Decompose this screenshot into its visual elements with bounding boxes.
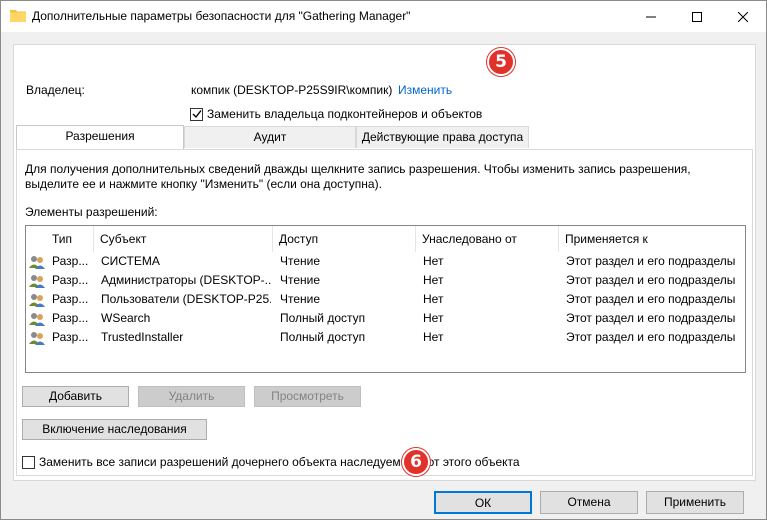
row-inherited: Нет [423, 254, 444, 268]
title-bar[interactable]: Дополнительные параметры безопасности дл… [1, 1, 766, 32]
column-header-applies[interactable]: Применяется к [559, 226, 745, 252]
table-row[interactable]: Разр... Пользователи (DESKTOP-P25... Чте… [26, 290, 745, 309]
column-header-access[interactable]: Доступ [273, 226, 416, 252]
users-icon [29, 256, 45, 269]
row-type: Разр... [52, 330, 89, 344]
users-icon [29, 313, 45, 326]
table-row[interactable]: Разр... СИСТЕМА Чтение Нет Этот раздел и… [26, 252, 745, 271]
row-access: Полный доступ [280, 330, 366, 344]
minimize-button[interactable] [628, 1, 674, 32]
row-access: Чтение [280, 254, 321, 268]
enable-inheritance-button[interactable]: Включение наследования [22, 419, 207, 440]
row-inherited: Нет [423, 311, 444, 325]
apply-button[interactable]: Применить [646, 491, 744, 514]
close-button[interactable] [720, 1, 766, 32]
security-dialog: Дополнительные параметры безопасности дл… [0, 0, 767, 520]
users-icon [29, 332, 45, 345]
folder-icon [10, 10, 26, 22]
table-row[interactable]: Разр... Администраторы (DESKTOP-... Чтен… [26, 271, 745, 290]
row-access: Чтение [280, 273, 321, 287]
table-row[interactable]: Разр... WSearch Полный доступ Нет Этот р… [26, 309, 745, 328]
column-header-subject[interactable]: Субъект [94, 226, 273, 252]
table-row[interactable]: Разр... TrustedInstaller Полный доступ Н… [26, 328, 745, 347]
maximize-button[interactable] [674, 1, 720, 32]
main-panel: Владелец: компик (DESKTOP-P25S9IR\компик… [13, 44, 756, 481]
row-type: Разр... [52, 254, 89, 268]
row-applies: Этот раздел и его подразделы [566, 311, 736, 325]
owner-label: Владелец: [26, 83, 85, 97]
add-button[interactable]: Добавить [22, 386, 129, 407]
replace-owner-checkbox[interactable]: Заменить владельца подконтейнеров и объе… [190, 107, 482, 121]
maximize-icon [692, 11, 702, 22]
row-subject: СИСТЕМА [101, 254, 160, 268]
replace-owner-check[interactable] [190, 107, 203, 121]
row-type: Разр... [52, 273, 89, 287]
minimize-icon [646, 16, 656, 17]
column-header-type[interactable]: Тип [46, 226, 94, 252]
step-badge-5: 5 [487, 48, 515, 76]
row-access: Чтение [280, 292, 321, 306]
view-button[interactable]: Просмотреть [254, 386, 361, 407]
replace-owner-label: Заменить владельца подконтейнеров и объе… [207, 107, 483, 121]
close-icon [738, 11, 748, 22]
permission-entries-label: Элементы разрешений: [25, 205, 158, 219]
tab-permissions[interactable]: Разрешения [16, 125, 184, 149]
remove-button[interactable]: Удалить [138, 386, 245, 407]
row-applies: Этот раздел и его подразделы [566, 292, 736, 306]
row-type: Разр... [52, 311, 89, 325]
users-icon [29, 294, 45, 307]
step-badge-6: 6 [402, 448, 430, 476]
tab-effective-access[interactable]: Действующие права доступа [356, 126, 529, 148]
replace-child-permissions-label: Заменить все записи разрешений дочернего… [39, 455, 520, 469]
row-subject: TrustedInstaller [101, 330, 184, 344]
row-applies: Этот раздел и его подразделы [566, 330, 736, 344]
owner-value: компик (DESKTOP-P25S9IR\компик) [191, 83, 393, 97]
permissions-info: Для получения дополнительных сведений дв… [25, 162, 691, 191]
row-subject: Пользователи (DESKTOP-P25... [101, 292, 271, 306]
row-inherited: Нет [423, 330, 444, 344]
change-owner-link[interactable]: Изменить [398, 83, 452, 97]
cancel-button[interactable]: Отмена [540, 491, 638, 514]
dialog-content: Владелец: компик (DESKTOP-P25S9IR\компик… [1, 32, 766, 519]
window-title: Дополнительные параметры безопасности дл… [32, 9, 411, 23]
permission-entries-list[interactable]: Тип Субъект Доступ Унаследовано от Приме… [25, 225, 746, 373]
checkmark-icon [192, 110, 202, 119]
row-applies: Этот раздел и его подразделы [566, 254, 736, 268]
row-inherited: Нет [423, 273, 444, 287]
column-header-inherited[interactable]: Унаследовано от [416, 226, 559, 252]
ok-button[interactable]: ОК [434, 491, 532, 514]
row-applies: Этот раздел и его подразделы [566, 273, 736, 287]
row-subject: WSearch [101, 311, 151, 325]
row-access: Полный доступ [280, 311, 366, 325]
replace-child-permissions-checkbox[interactable]: Заменить все записи разрешений дочернего… [22, 455, 520, 469]
tab-audit[interactable]: Аудит [184, 126, 356, 148]
row-type: Разр... [52, 292, 89, 306]
list-header: Тип Субъект Доступ Унаследовано от Приме… [26, 226, 745, 252]
row-subject: Администраторы (DESKTOP-... [101, 273, 271, 287]
users-icon [29, 275, 45, 288]
replace-child-permissions-check[interactable] [22, 455, 35, 469]
row-inherited: Нет [423, 292, 444, 306]
